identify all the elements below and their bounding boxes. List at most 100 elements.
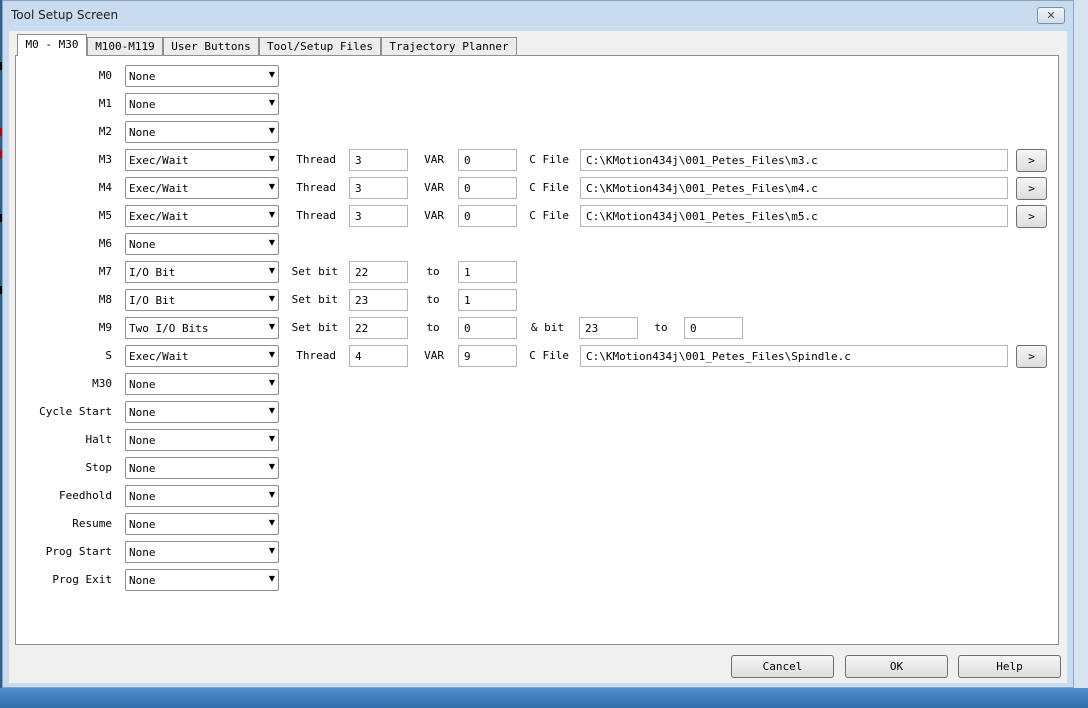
action-select-m3[interactable]: Exec/Wait ▼ [125,149,279,171]
close-icon: ✕ [1046,9,1056,22]
tab-m100-m119[interactable]: M100-M119 [87,37,163,55]
chevron-down-icon: ▼ [268,546,275,555]
action-select-m6[interactable]: None ▼ [125,233,279,255]
action-select-m0[interactable]: None ▼ [125,65,279,87]
set-bit-label: Set bit [291,265,338,278]
chevron-down-icon: ▼ [268,406,275,415]
action-select-m4[interactable]: Exec/Wait ▼ [125,177,279,199]
var-label: VAR [424,153,444,166]
second-bit-field[interactable]: 23 [579,317,638,339]
action-select-stop[interactable]: None ▼ [125,457,279,479]
chevron-down-icon: ▼ [268,462,275,471]
to-field[interactable]: 1 [458,261,517,283]
c-file-field[interactable]: C:\KMotion434j\001_Petes_Files\m5.c [580,205,1008,227]
thread-field[interactable]: 4 [349,345,408,367]
ok-button[interactable]: OK [845,655,948,678]
row-label-prog-exit: Prog Exit [52,573,112,586]
c-file-field[interactable]: C:\KMotion434j\001_Petes_Files\Spindle.c [580,345,1008,367]
tab-label: M0 - M30 [25,38,79,51]
action-select-prog-start[interactable]: None ▼ [125,541,279,563]
chevron-down-icon: ▼ [268,518,275,527]
to-field[interactable]: 1 [458,289,517,311]
to-label: to [426,293,440,306]
browse-button[interactable]: > [1016,149,1047,172]
action-select-m9[interactable]: Two I/O Bits ▼ [125,317,279,339]
set-bit-field[interactable]: 22 [349,261,408,283]
action-select-prog-exit[interactable]: None ▼ [125,569,279,591]
var-field[interactable]: 0 [458,149,517,171]
to-label: to [654,321,668,334]
tab-tool-setup-files[interactable]: Tool/Setup Files [259,37,381,55]
help-button[interactable]: Help [958,655,1061,678]
to-field[interactable]: 0 [458,317,517,339]
action-select-resume[interactable]: None ▼ [125,513,279,535]
close-button[interactable]: ✕ [1037,7,1065,24]
set-bit-field[interactable]: 23 [349,289,408,311]
row-label-resume: Resume [72,517,112,530]
browse-button[interactable]: > [1016,205,1047,228]
row-label-prog-start: Prog Start [45,545,112,558]
action-select-feedhold[interactable]: None ▼ [125,485,279,507]
field-value: 22 [355,266,369,279]
thread-field[interactable]: 3 [349,177,408,199]
action-select-halt[interactable]: None ▼ [125,429,279,451]
row-label-m1: M1 [98,97,112,110]
set-bit-label: Set bit [291,293,338,306]
row-label-m0: M0 [98,69,112,82]
row-label-m3: M3 [98,153,112,166]
field-value: 0 [464,322,471,335]
browse-label: > [1028,350,1035,363]
action-select-m30[interactable]: None ▼ [125,373,279,395]
chevron-down-icon: ▼ [268,434,275,443]
field-value: C:\KMotion434j\001_Petes_Files\m4.c [586,182,818,195]
browse-label: > [1028,210,1035,223]
thread-field[interactable]: 3 [349,149,408,171]
action-select-m8[interactable]: I/O Bit ▼ [125,289,279,311]
c-file-label: C File [529,181,569,194]
action-select-cycle-start[interactable]: None ▼ [125,401,279,423]
window-title: Tool Setup Screen [11,8,119,22]
row-label-feedhold: Feedhold [59,489,112,502]
c-file-label: C File [529,153,569,166]
selected-value: None [129,70,156,83]
row-label-m7: M7 [98,265,112,278]
title-bar[interactable]: Tool Setup Screen ✕ [3,1,1073,31]
field-value: 3 [355,154,362,167]
chevron-down-icon: ▼ [268,322,275,331]
selected-value: I/O Bit [129,266,176,279]
selected-value: None [129,574,156,587]
row-label-cycle-start: Cycle Start [39,405,112,418]
var-field[interactable]: 9 [458,345,517,367]
thread-label: Thread [296,209,336,222]
var-field[interactable]: 0 [458,177,517,199]
chevron-down-icon: ▼ [268,154,275,163]
tab-trajectory-planner[interactable]: Trajectory Planner [381,37,517,55]
c-file-field[interactable]: C:\KMotion434j\001_Petes_Files\m3.c [580,149,1008,171]
chevron-down-icon: ▼ [268,98,275,107]
field-value: 0 [464,210,471,223]
row-label-m9: M9 [98,321,112,334]
action-select-s[interactable]: Exec/Wait ▼ [125,345,279,367]
second-to-field[interactable]: 0 [684,317,743,339]
action-select-m7[interactable]: I/O Bit ▼ [125,261,279,283]
tab-m0-m30[interactable]: M0 - M30 [17,34,87,56]
var-field[interactable]: 0 [458,205,517,227]
cancel-button[interactable]: Cancel [731,655,834,678]
thread-field[interactable]: 3 [349,205,408,227]
field-value: 23 [355,294,369,307]
browse-button[interactable]: > [1016,345,1047,368]
tab-user-buttons[interactable]: User Buttons [163,37,259,55]
action-select-m1[interactable]: None ▼ [125,93,279,115]
chevron-down-icon: ▼ [268,126,275,135]
var-label: VAR [424,349,444,362]
chevron-down-icon: ▼ [268,210,275,219]
action-select-m5[interactable]: Exec/Wait ▼ [125,205,279,227]
desktop-right-edge [1074,0,1088,708]
set-bit-field[interactable]: 22 [349,317,408,339]
action-select-m2[interactable]: None ▼ [125,121,279,143]
selected-value: Exec/Wait [129,154,189,167]
field-value: 4 [355,350,362,363]
c-file-field[interactable]: C:\KMotion434j\001_Petes_Files\m4.c [580,177,1008,199]
browse-button[interactable]: > [1016,177,1047,200]
selected-value: None [129,406,156,419]
